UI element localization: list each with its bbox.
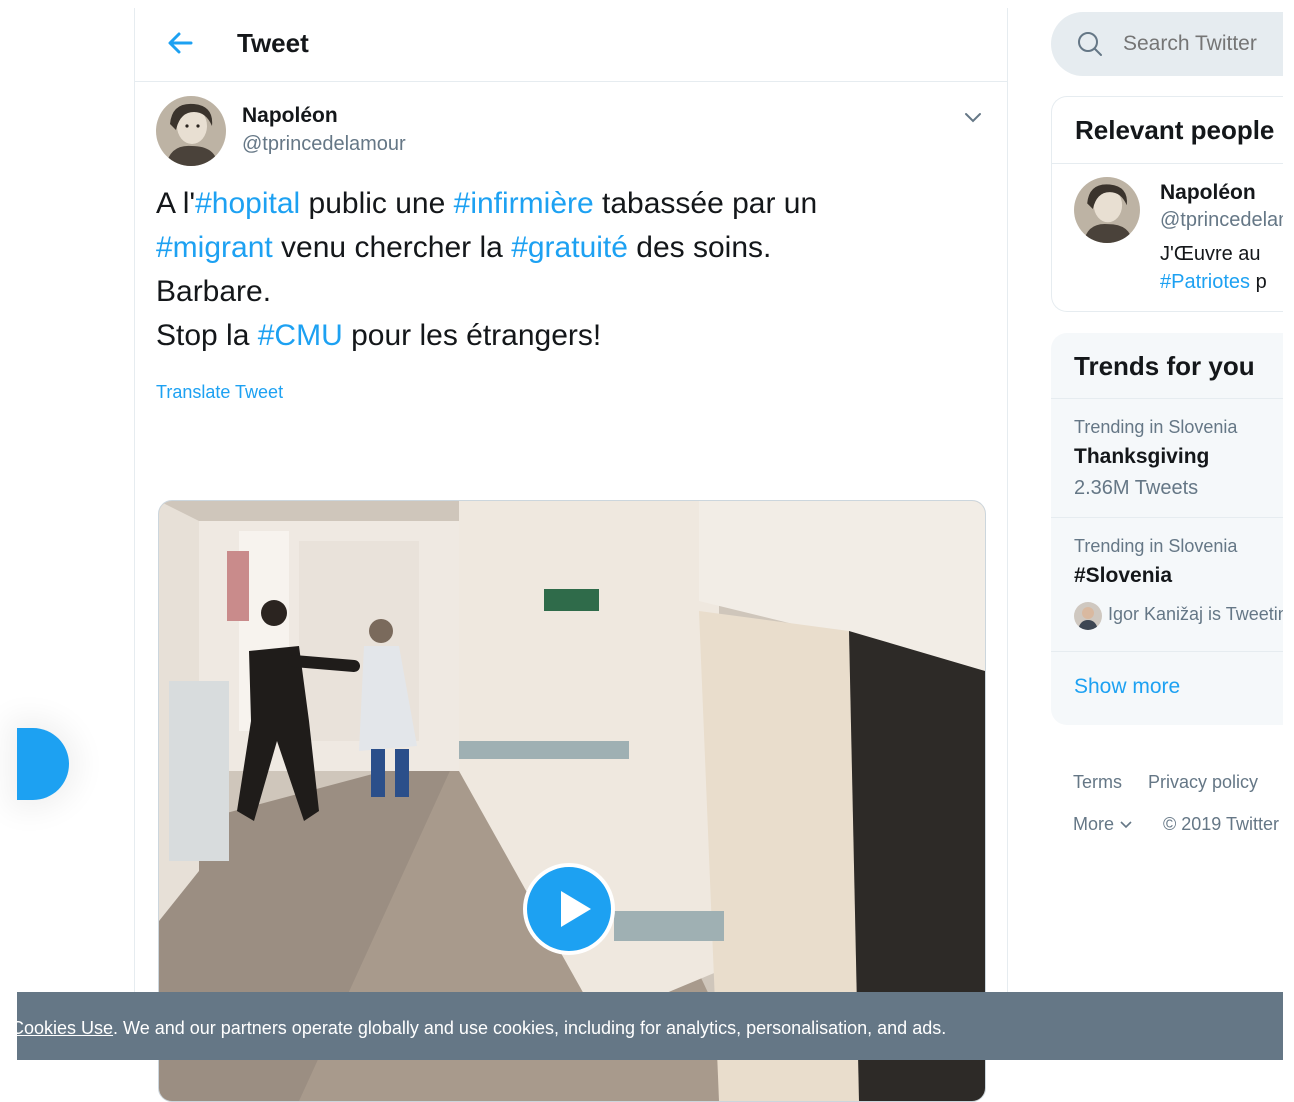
show-more-link[interactable]: Show more — [1074, 675, 1180, 699]
chevron-down-icon[interactable] — [962, 106, 984, 128]
main-column: Tweet Napoléon @tprincedelamour A l'#hop… — [134, 8, 1008, 1102]
hashtag-link[interactable]: #migrant — [156, 231, 273, 264]
divider — [1052, 163, 1284, 164]
tweet-text-segment: pour les étrangers! — [342, 319, 602, 352]
tweet-text-segment: public une — [300, 187, 454, 220]
relevant-people-title: Relevant people — [1075, 115, 1275, 145]
user-avatar — [1074, 602, 1102, 630]
hashtag-link[interactable]: #hopital — [195, 187, 300, 220]
trend-item[interactable]: Trending in Slovenia Thanksgiving 2.36M … — [1051, 399, 1283, 517]
cookie-banner: Cookies Use. We and our partners operate… — [17, 992, 1283, 1060]
search-icon — [1078, 32, 1102, 56]
cookie-text: Cookies Use. We and our partners operate… — [17, 1018, 946, 1039]
person-name[interactable]: Napoléon — [1160, 181, 1256, 205]
person-handle[interactable]: @tprincedelamour — [1160, 209, 1284, 232]
privacy-policy-link[interactable]: Privacy policy — [1148, 772, 1258, 793]
search-input[interactable] — [1123, 12, 1281, 76]
play-icon — [561, 891, 591, 927]
trend-context: Trending in Slovenia — [1074, 536, 1238, 556]
tweet-text-segment: venu chercher la — [272, 231, 512, 264]
person-bio-text: p — [1250, 271, 1267, 293]
compose-tweet-button[interactable] — [17, 728, 69, 800]
left-gutter — [0, 0, 17, 1060]
author-avatar[interactable] — [156, 96, 226, 166]
relevant-people-card: Relevant people Napoléon @tprincedelamou… — [1051, 96, 1284, 312]
trend-name: Thanksgiving — [1074, 445, 1210, 468]
tweet-text-line: Barbare. — [156, 275, 272, 308]
hashtag-link[interactable]: #gratuité — [511, 231, 628, 264]
person-bio: J'Œuvre au — [1160, 243, 1261, 265]
right-edge — [1283, 0, 1294, 1060]
trend-count: 2.36M Tweets — [1074, 477, 1199, 499]
trends-title: Trends for you — [1074, 351, 1255, 381]
more-menu[interactable]: More — [1073, 814, 1133, 835]
back-arrow-icon[interactable] — [165, 28, 195, 58]
hashtag-link[interactable]: #Patriotes — [1160, 271, 1250, 293]
person-avatar[interactable] — [1074, 177, 1140, 243]
translate-tweet-link[interactable]: Translate Tweet — [156, 382, 283, 403]
hashtag-link[interactable]: #CMU — [258, 319, 343, 352]
trend-item[interactable]: Trending in Slovenia #Slovenia Igor Kani… — [1051, 518, 1283, 651]
page-header: Tweet — [135, 8, 1007, 82]
copyright-text: © 2019 Twitter — [1163, 814, 1279, 834]
tweet-text-segment: des soins. — [627, 231, 772, 264]
hashtag-link[interactable]: #infirmière — [454, 187, 594, 220]
page-title: Tweet — [237, 28, 309, 58]
tweet-text-segment: Stop la — [156, 319, 258, 352]
tweet-text: A l'#hopital public une #infirmière taba… — [156, 182, 966, 358]
person-bio-line2: #Patriotes p — [1160, 271, 1267, 294]
more-label: More — [1073, 814, 1115, 834]
tweet-text-segment: A l' — [156, 187, 196, 220]
chevron-down-icon — [1120, 821, 1132, 829]
trend-user-line: Igor Kanižaj is Tweeting about this — [1108, 604, 1283, 624]
cookies-use-link[interactable]: Cookies Use — [17, 1018, 113, 1038]
terms-link[interactable]: Terms — [1073, 772, 1122, 793]
author-name[interactable]: Napoléon — [242, 104, 338, 128]
trend-context: Trending in Slovenia — [1074, 417, 1238, 437]
author-handle[interactable]: @tprincedelamour — [242, 133, 406, 156]
trends-card: Trends for you Trending in Slovenia Than… — [1051, 333, 1283, 725]
divider — [1051, 651, 1283, 652]
play-button[interactable] — [523, 863, 615, 955]
tweet-text-segment: tabassée par un — [593, 187, 818, 220]
trend-name: #Slovenia — [1074, 564, 1173, 587]
cookie-message: . We and our partners operate globally a… — [113, 1018, 947, 1038]
search-bar[interactable] — [1051, 12, 1283, 76]
